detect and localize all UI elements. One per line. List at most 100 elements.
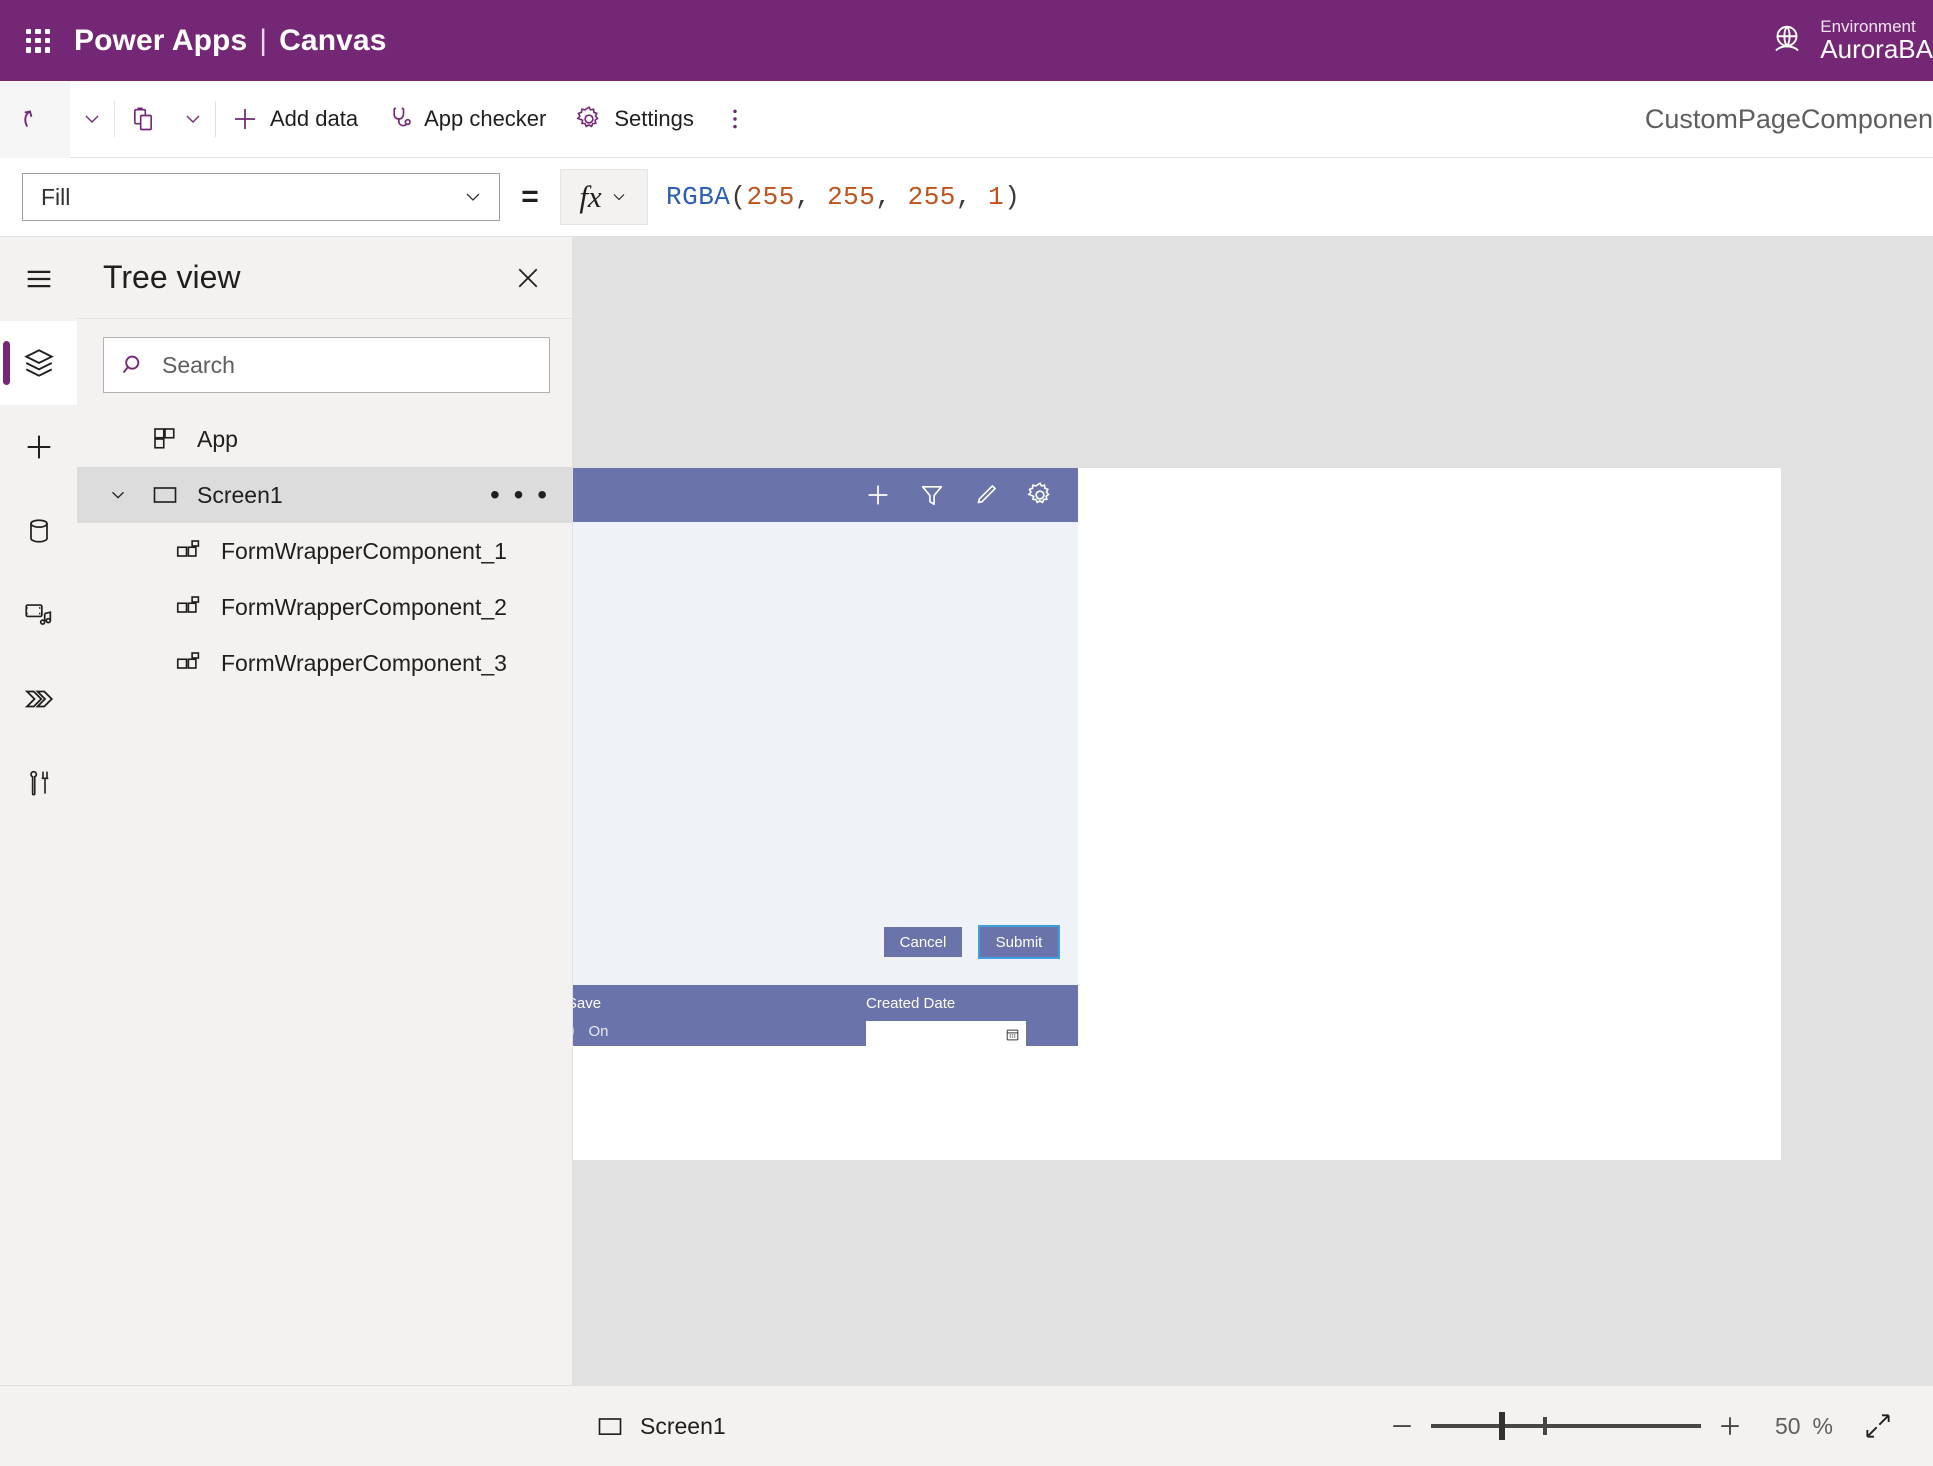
app-launcher-icon[interactable]: [16, 19, 60, 63]
zoom-slider-track: [1430, 1424, 1701, 1428]
more-vertical-icon: [733, 109, 737, 129]
paste-dropdown-button[interactable]: [171, 81, 215, 158]
status-bar: Screen1 50 %: [0, 1385, 1933, 1466]
zoom-level-unit: %: [1812, 1412, 1833, 1439]
tree-row-label: FormWrapperComponent_1: [221, 537, 507, 564]
hamburger-menu-button[interactable]: [0, 237, 77, 321]
canvas-work-area[interactable]: Cancel Submit AutoSave On Created Date: [573, 237, 1933, 1385]
filter-button[interactable]: [910, 473, 954, 517]
add-data-label: Add data: [270, 106, 359, 131]
zoom-in-button[interactable]: [1701, 1397, 1759, 1455]
created-date-input[interactable]: [866, 1021, 1026, 1048]
back-arrow-circle-icon[interactable]: [573, 476, 576, 514]
tree-row-app[interactable]: App: [77, 411, 572, 467]
chevron-down-icon[interactable]: [107, 484, 129, 506]
zoom-out-button[interactable]: [1373, 1397, 1431, 1455]
created-date-field: Created Date: [866, 995, 1026, 1048]
form-action-buttons: Cancel Submit: [884, 925, 1060, 959]
undo-button[interactable]: [0, 80, 70, 158]
fit-to-screen-icon: [1866, 1414, 1890, 1438]
add-data-button[interactable]: Add data: [216, 81, 372, 158]
app-screen-surface[interactable]: Cancel Submit AutoSave On Created Date: [573, 468, 1781, 1160]
screen-rectangle-icon: [598, 1418, 622, 1435]
settings-button[interactable]: Settings: [560, 81, 708, 158]
equals-sign: =: [521, 180, 539, 213]
rail-item-media[interactable]: [0, 573, 77, 657]
calendar-icon: [1006, 1029, 1019, 1041]
rail-item-tree-view[interactable]: [0, 321, 77, 405]
suite-title: Power Apps | Canvas: [74, 24, 387, 58]
component-footer: AutoSave On Created Date: [573, 985, 1078, 1048]
app-name-title: CustomPageComponen: [1644, 104, 1933, 134]
component-icon: [173, 592, 205, 622]
zoom-level-value: 50: [1774, 1412, 1801, 1439]
edit-button[interactable]: [964, 473, 1008, 517]
component-header-bar: [573, 468, 1078, 522]
tree-row-more-menu[interactable]: • • •: [490, 481, 572, 509]
edit-pencil-icon: [977, 485, 996, 504]
created-date-label: Created Date: [866, 995, 956, 1012]
app-checker-button[interactable]: App checker: [372, 81, 560, 158]
data-database-icon: [29, 519, 48, 543]
environment-name: AuroraBA: [1820, 33, 1933, 64]
formula-token: RGBA: [666, 182, 731, 212]
zoom-slider[interactable]: [1430, 1397, 1701, 1455]
zoom-level: 50 %: [1759, 1413, 1849, 1440]
plus-icon: [235, 109, 255, 129]
rail-item-data[interactable]: [0, 489, 77, 573]
formula-input[interactable]: RGBA(255, 255, 255, 1): [648, 169, 1933, 225]
submit-button[interactable]: Submit: [978, 925, 1060, 959]
status-selected-screen[interactable]: Screen1: [0, 1412, 726, 1440]
property-selector[interactable]: Fill: [22, 173, 500, 221]
zoom-slider-tick: [1542, 1417, 1547, 1435]
search-box[interactable]: [103, 337, 550, 393]
autosave-label: AutoSave: [573, 995, 602, 1012]
formula-token: (: [730, 182, 747, 212]
tree-row-label: FormWrapperComponent_2: [221, 593, 507, 620]
tree-row-formwrappercomponent_1[interactable]: FormWrapperComponent_1: [77, 523, 572, 579]
chevron-down-icon: [466, 193, 480, 201]
paste-button[interactable]: [115, 81, 171, 158]
formula-token: ,: [875, 182, 908, 212]
undo-icon: [24, 110, 33, 127]
rail-item-power-automate[interactable]: [0, 657, 77, 741]
toolbar-overflow-button[interactable]: [708, 81, 762, 158]
form-wrapper-component-preview[interactable]: Cancel Submit AutoSave On Created Date: [573, 468, 1078, 1048]
environment-picker[interactable]: Environment AuroraBA: [1768, 0, 1933, 81]
zoom-slider-thumb[interactable]: [1498, 1412, 1505, 1440]
filter-funnel-icon: [921, 486, 943, 506]
rail-item-advanced[interactable]: [0, 741, 77, 825]
autosave-field: AutoSave On: [573, 995, 608, 1041]
app-checker-label: App checker: [424, 106, 547, 131]
fx-button[interactable]: fx: [560, 169, 648, 225]
tree-row-screen1[interactable]: Screen1 • • •: [77, 467, 572, 523]
formula-bar: Fill = fx RGBA(255, 255, 255, 1): [0, 158, 1933, 237]
tree-row-label: App: [197, 425, 238, 452]
add-record-button[interactable]: [856, 473, 900, 517]
property-selector-value: Fill: [41, 183, 71, 210]
formula-token: ,: [794, 182, 828, 212]
screen-rectangle-icon: [149, 481, 181, 509]
component-body: Cancel Submit: [573, 522, 1078, 985]
section-name: Canvas: [279, 23, 387, 57]
tree-view-close-button[interactable]: [506, 256, 550, 300]
component-icon: [176, 596, 200, 613]
component-settings-button[interactable]: [1018, 473, 1062, 517]
plus-icon: [1721, 1417, 1739, 1435]
rail-item-insert[interactable]: [0, 405, 77, 489]
plus-icon: [868, 485, 888, 505]
tree-view-search-area: [77, 318, 572, 411]
cancel-button[interactable]: Cancel: [884, 927, 962, 957]
formula-token: 1: [988, 182, 1005, 212]
fit-to-screen-button[interactable]: [1849, 1397, 1907, 1455]
autosave-toggle[interactable]: [573, 1021, 574, 1041]
search-input[interactable]: [162, 351, 533, 379]
tree-row-formwrappercomponent_2[interactable]: FormWrapperComponent_2: [77, 579, 572, 635]
product-name[interactable]: Power Apps: [74, 24, 247, 58]
tree-row-expand-toggle[interactable]: [103, 484, 133, 506]
undo-dropdown-button[interactable]: [70, 81, 114, 158]
component-icon: [176, 540, 200, 557]
search-icon: [122, 355, 140, 374]
tree-row-formwrappercomponent_3[interactable]: FormWrapperComponent_3: [77, 635, 572, 691]
formula-token: 255: [746, 182, 795, 212]
